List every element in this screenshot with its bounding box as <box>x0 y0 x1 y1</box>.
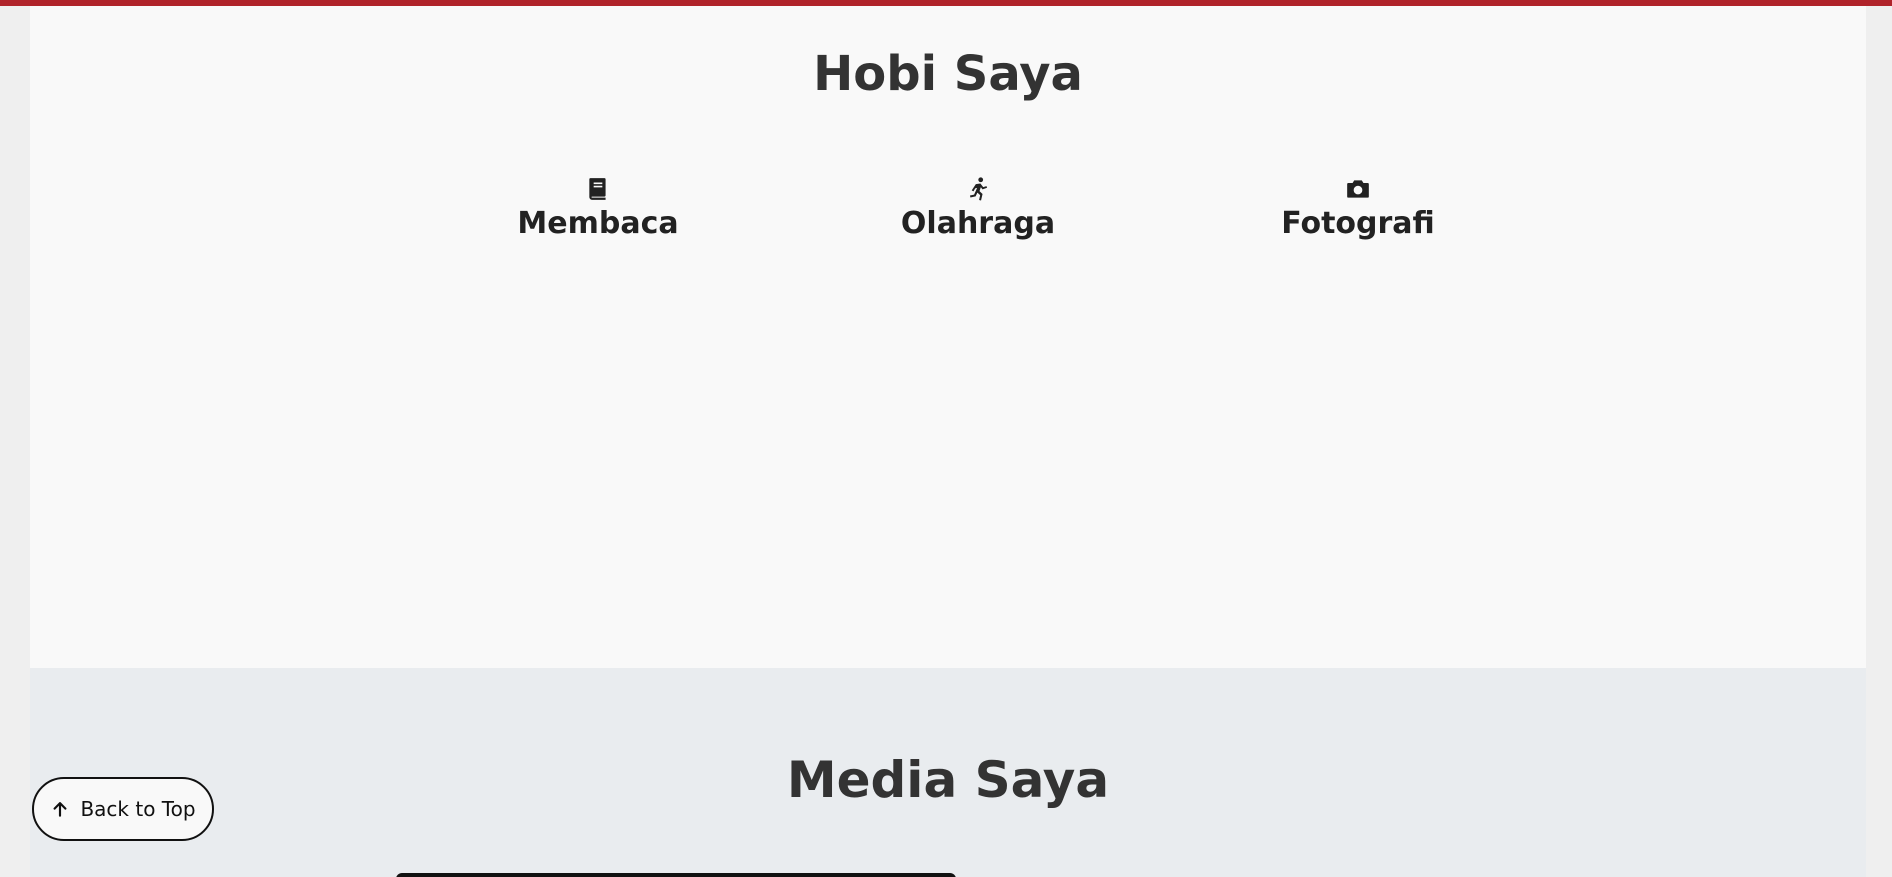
arrow-up-icon <box>50 799 70 819</box>
back-to-top-label: Back to Top <box>80 797 196 821</box>
page-content: Hobi Saya Membaca Olahraga Fotografi Med… <box>30 6 1866 877</box>
media-title: Media Saya <box>786 751 1110 809</box>
hobby-item-reading: Membaca <box>468 176 728 242</box>
hobby-label: Membaca <box>517 206 679 241</box>
hobby-label: Fotografi <box>1281 206 1435 241</box>
hobby-item-photography: Fotografi <box>1228 176 1488 242</box>
media-section: Media Saya <box>30 668 1866 877</box>
hobby-item-sports: Olahraga <box>848 176 1108 242</box>
book-icon <box>585 176 611 202</box>
running-icon <box>965 176 991 202</box>
camera-icon <box>1345 176 1371 202</box>
back-to-top-button[interactable]: Back to Top <box>32 777 214 841</box>
media-embed-frame[interactable] <box>396 873 956 877</box>
hobby-label: Olahraga <box>900 206 1056 241</box>
hobbies-title: Hobi Saya <box>813 46 1083 102</box>
hobbies-section: Hobi Saya Membaca Olahraga Fotografi <box>30 6 1866 668</box>
